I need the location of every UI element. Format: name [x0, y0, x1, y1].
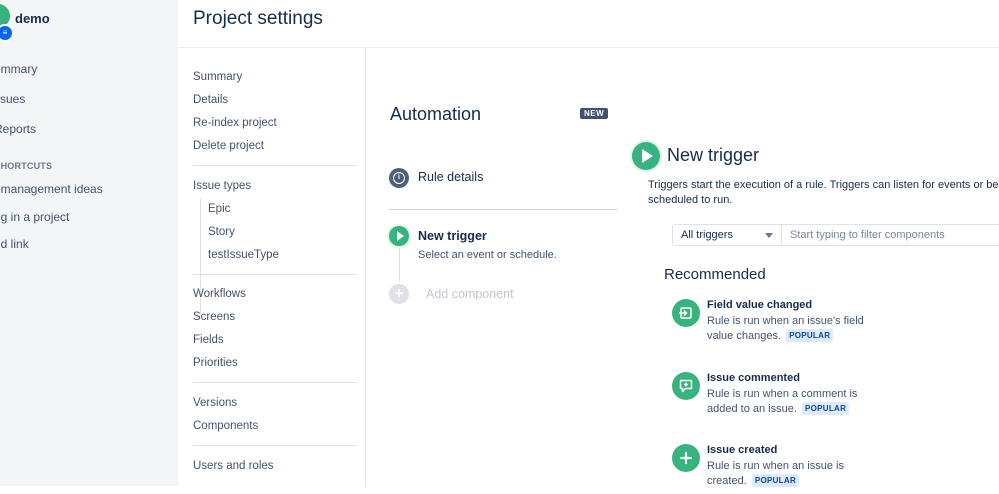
trigger-filter-select[interactable]: All triggers	[672, 224, 782, 246]
shortcut-add-link[interactable]: dd link	[0, 237, 29, 251]
settings-fields[interactable]: Fields	[193, 334, 224, 346]
component-filter-input[interactable]	[782, 224, 999, 246]
settings-summary[interactable]: Summary	[193, 71, 242, 83]
issue-type-test[interactable]: testIssueType	[208, 249, 279, 261]
step-connector	[399, 248, 400, 282]
popular-badge: POPULAR	[786, 329, 834, 342]
trigger-issue-created[interactable]: Issue created Rule is run when an issue …	[672, 444, 872, 494]
sidebar-item-reports[interactable]: Reports	[0, 122, 36, 136]
divider	[193, 382, 357, 383]
trigger-filter-value: All triggers	[681, 229, 733, 241]
play-icon	[632, 142, 660, 170]
new-trigger-step-title[interactable]: New trigger	[418, 229, 487, 243]
divider	[193, 165, 357, 166]
settings-components[interactable]: Components	[193, 420, 258, 432]
automation-main: Automation NEW i Rule details New trigge…	[366, 47, 999, 487]
component-name: Field value changed	[707, 299, 813, 311]
settings-priorities[interactable]: Priorities	[193, 357, 238, 369]
field-change-icon	[672, 299, 700, 327]
play-icon[interactable]	[389, 226, 409, 246]
settings-screens[interactable]: Screens	[193, 311, 235, 323]
trigger-field-value-changed[interactable]: Field value changed Rule is run when an …	[672, 299, 872, 349]
chevron-down-icon	[765, 233, 773, 238]
plus-icon	[672, 444, 700, 472]
shortcut-product-ideas[interactable]: t management ideas	[0, 182, 103, 196]
settings-details[interactable]: Details	[193, 94, 228, 106]
project-name[interactable]: demo	[15, 11, 50, 26]
plus-icon[interactable]: +	[389, 284, 409, 304]
trigger-panel-title: New trigger	[667, 145, 760, 165]
settings-nav: Summary Details Re-index project Delete …	[178, 47, 366, 487]
popular-badge: POPULAR	[801, 402, 850, 415]
project-sidebar: ≡ demo ummary ssues Reports T SHORTCUTS …	[0, 0, 178, 486]
issue-type-story[interactable]: Story	[208, 226, 235, 238]
sidebar-item-issues[interactable]: ssues	[0, 92, 25, 106]
settings-issue-types[interactable]: Issue types	[193, 180, 251, 192]
divider	[193, 274, 357, 275]
automation-title: Automation	[390, 104, 482, 124]
comment-icon	[672, 372, 700, 400]
issue-type-epic[interactable]: Epic	[208, 203, 230, 215]
page-title: Project settings	[193, 8, 323, 29]
component-name: Issue created	[707, 444, 778, 456]
popular-badge: POPULAR	[751, 474, 800, 487]
shortcut-getting-started[interactable]: ng in a project	[0, 210, 69, 224]
trigger-issue-commented[interactable]: Issue commented Rule is run when a comme…	[672, 372, 872, 422]
settings-users-roles[interactable]: Users and roles	[193, 460, 274, 472]
component-name: Issue commented	[707, 372, 800, 384]
divider	[193, 445, 357, 446]
new-trigger-step-desc: Select an event or schedule.	[418, 249, 557, 261]
page-header: Project settings	[178, 0, 999, 47]
settings-delete[interactable]: Delete project	[193, 140, 264, 152]
recommended-heading: Recommended	[664, 266, 766, 283]
sidebar-item-summary[interactable]: ummary	[0, 62, 37, 76]
new-badge: NEW	[580, 108, 609, 119]
add-component-button[interactable]: Add component	[426, 287, 514, 301]
settings-versions[interactable]: Versions	[193, 397, 237, 409]
trigger-panel-description: Triggers start the execution of a rule. …	[648, 179, 999, 206]
rule-details-link[interactable]: Rule details	[418, 170, 483, 184]
settings-reindex[interactable]: Re-index project	[193, 117, 277, 129]
divider	[389, 209, 617, 210]
shortcuts-caption: T SHORTCUTS	[0, 161, 53, 171]
settings-workflows[interactable]: Workflows	[193, 288, 246, 300]
list-icon: ≡	[0, 24, 14, 42]
info-icon[interactable]: i	[389, 168, 409, 188]
